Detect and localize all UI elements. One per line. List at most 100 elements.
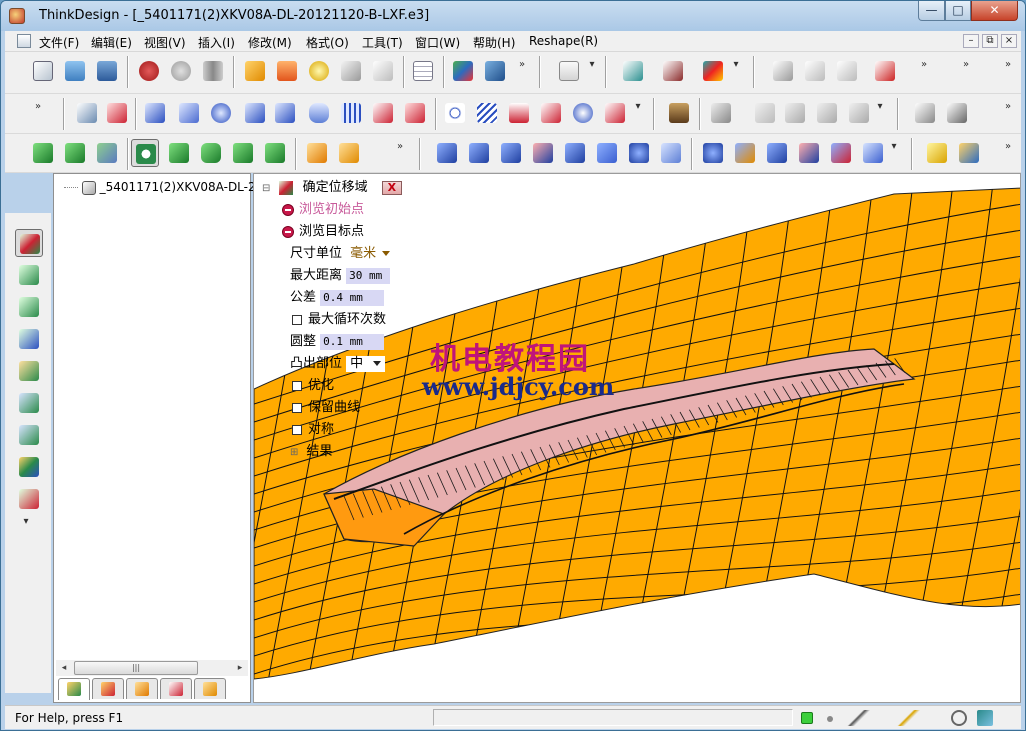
menu-modify[interactable]: 修改(M) xyxy=(248,34,292,51)
toolbar-dropdown-5[interactable]: ▾ xyxy=(887,140,901,168)
new-file-button[interactable] xyxy=(29,57,57,85)
max-loops-row[interactable]: 最大循环次数 xyxy=(292,310,386,330)
render-button[interactable] xyxy=(449,57,477,85)
toolbar-overflow-2[interactable]: » xyxy=(917,58,931,86)
mdi-restore-button[interactable]: ⧉ xyxy=(982,34,998,48)
view-mode-icon[interactable] xyxy=(977,710,993,726)
deform-color-button[interactable] xyxy=(15,453,43,481)
tab-layers[interactable] xyxy=(126,678,158,699)
mdi-minimize-button[interactable]: – xyxy=(963,34,979,48)
menu-format[interactable]: 格式(O) xyxy=(306,34,349,51)
undo-button[interactable] xyxy=(135,57,163,85)
menu-tools[interactable]: 工具(T) xyxy=(362,34,403,51)
extend-surface-button[interactable] xyxy=(859,139,887,167)
extrude-button[interactable] xyxy=(29,139,57,167)
redo-button[interactable] xyxy=(167,57,195,85)
toolbar-overflow-4[interactable]: » xyxy=(1001,58,1015,86)
document-icon[interactable] xyxy=(17,34,31,48)
image-edit-button[interactable] xyxy=(845,99,873,127)
fillet-curve-button[interactable] xyxy=(241,99,269,127)
eraser-button[interactable] xyxy=(911,99,939,127)
color-settings-button[interactable] xyxy=(699,57,727,85)
deform-global-button[interactable] xyxy=(15,485,43,513)
tab-curves[interactable] xyxy=(92,678,124,699)
browse-start-button[interactable]: 浏览初始点 xyxy=(282,200,364,220)
surface-patch-button[interactable] xyxy=(433,139,461,167)
blend-surface-button[interactable] xyxy=(561,139,589,167)
deform-points-button[interactable] xyxy=(15,261,43,289)
snap-pen-icon[interactable] xyxy=(843,710,877,726)
thinkdesign-app-icon[interactable] xyxy=(9,8,25,24)
image-project-button[interactable] xyxy=(781,99,809,127)
toolbar-overflow-3[interactable]: » xyxy=(959,58,973,86)
fit-view-button[interactable] xyxy=(273,57,301,85)
menu-edit[interactable]: 编辑(E) xyxy=(91,34,132,51)
menu-window[interactable]: 窗口(W) xyxy=(415,34,460,51)
deform-curve-button[interactable] xyxy=(15,293,43,321)
tolerance-input[interactable]: 0.4 mm xyxy=(320,289,385,306)
keep-curves-checkbox[interactable] xyxy=(292,402,302,413)
spiral-button[interactable] xyxy=(569,99,597,127)
view-orient-button[interactable] xyxy=(337,57,365,85)
light-button[interactable] xyxy=(923,139,951,167)
deform-twist-button[interactable] xyxy=(15,357,43,385)
select-solid-button[interactable] xyxy=(833,57,861,85)
regenerate-button[interactable] xyxy=(199,57,227,85)
menu-view[interactable]: 视图(V) xyxy=(144,34,186,51)
box-surface-button[interactable] xyxy=(657,139,685,167)
measure-angle-button[interactable] xyxy=(369,57,397,85)
trim-surface-button[interactable] xyxy=(827,139,855,167)
toolbar-dropdown-1[interactable]: ▾ xyxy=(585,58,599,86)
cut-solid-button[interactable] xyxy=(229,139,257,167)
toolbar-overflow-5[interactable]: » xyxy=(31,100,45,128)
revolve-surface-button[interactable] xyxy=(529,139,557,167)
browse-target-button[interactable]: 浏览目标点 xyxy=(282,222,364,242)
wave-surface-button[interactable] xyxy=(763,139,791,167)
table-button[interactable] xyxy=(409,57,437,85)
scroll-thumb[interactable]: ||| xyxy=(74,661,198,675)
scroll-right-arrow[interactable]: ▸ xyxy=(233,661,247,675)
symmetric-row[interactable]: 对称 xyxy=(292,420,334,440)
close-window-button[interactable]: ✕ xyxy=(971,1,1018,21)
save-button[interactable] xyxy=(93,57,121,85)
point-cloud-button[interactable] xyxy=(699,139,727,167)
scroll-left-arrow[interactable]: ◂ xyxy=(57,661,71,675)
displacement-field-button[interactable] xyxy=(15,229,43,257)
break-curve-button[interactable] xyxy=(401,99,429,127)
toolbar-overflow-1[interactable]: » xyxy=(515,58,529,86)
spline-button[interactable] xyxy=(103,99,131,127)
list-button[interactable] xyxy=(555,57,583,85)
minimize-button[interactable]: — xyxy=(918,1,945,21)
peak-curve-button[interactable] xyxy=(505,99,533,127)
solid-view-button[interactable] xyxy=(241,57,269,85)
unit-select[interactable]: 毫米 xyxy=(350,246,391,261)
snap-pencil-icon[interactable] xyxy=(893,710,927,726)
symmetric-checkbox[interactable] xyxy=(292,424,302,435)
closed-box-button[interactable] xyxy=(335,139,363,167)
tab-model-tree[interactable] xyxy=(58,678,90,700)
shield-surface-button[interactable] xyxy=(625,139,653,167)
menu-insert[interactable]: 插入(I) xyxy=(198,34,235,51)
menu-help[interactable]: 帮助(H) xyxy=(473,34,515,51)
toolbar-dropdown-4[interactable]: ▾ xyxy=(873,100,887,128)
left-toolbar-more[interactable]: ▾ xyxy=(19,515,33,543)
ruled-surface-button[interactable] xyxy=(465,139,493,167)
tab-views[interactable] xyxy=(160,678,192,699)
loft-surface-button[interactable] xyxy=(497,139,525,167)
draft-solid-button[interactable] xyxy=(261,139,289,167)
tab-materials[interactable] xyxy=(194,678,226,699)
shell-button[interactable] xyxy=(131,139,159,167)
arc-point-button[interactable] xyxy=(537,99,565,127)
bulge-select[interactable]: 中 xyxy=(346,355,386,372)
zoom-button[interactable] xyxy=(305,57,333,85)
optimize-checkbox[interactable] xyxy=(292,380,302,391)
box-solid-button[interactable] xyxy=(165,139,193,167)
drawing-view-button[interactable] xyxy=(619,57,647,85)
select-button[interactable] xyxy=(769,57,797,85)
material-button[interactable] xyxy=(955,139,983,167)
image-wrap-button[interactable] xyxy=(813,99,841,127)
blend-curve-button[interactable] xyxy=(271,99,299,127)
graphics-viewport[interactable]: ⊟ 确定位移域 X 浏览初始点 浏览目标点 尺寸单位 毫米 最大距离 30 mm… xyxy=(253,173,1021,703)
polygon-button[interactable] xyxy=(141,99,169,127)
portrait-texture-button[interactable] xyxy=(665,99,693,127)
